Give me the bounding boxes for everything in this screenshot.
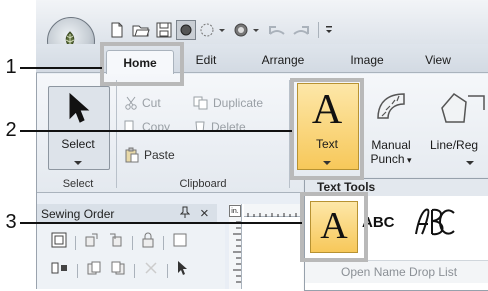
delete-button[interactable]: Delete	[193, 120, 246, 130]
order-color-icon[interactable]	[51, 261, 69, 280]
tab-edit[interactable]: Edit	[186, 50, 226, 70]
new-file-icon[interactable]	[108, 21, 126, 39]
toolbar-separator	[77, 263, 78, 278]
sewing-order-toolbar-row2	[51, 260, 188, 281]
copy-icon	[124, 120, 134, 130]
vertical-ruler-ticks	[233, 221, 241, 283]
tab-view[interactable]: View	[418, 50, 458, 70]
delete-label: Delete	[211, 120, 246, 130]
horizontal-ruler	[244, 204, 300, 217]
monogram-script-button[interactable]	[410, 204, 458, 240]
pin-icon[interactable]	[179, 205, 192, 223]
callout-highlight-1	[100, 42, 184, 86]
paste-button[interactable]: Paste	[124, 146, 175, 164]
select-arrow-icon	[66, 92, 90, 131]
cut-label: Cut	[142, 96, 161, 110]
forward-icon[interactable]	[86, 260, 102, 281]
tab-arrange[interactable]: Arrange	[251, 50, 315, 70]
customize-toolbar-icon[interactable]	[322, 21, 336, 39]
line-region-button[interactable]: Line/Reg	[430, 138, 488, 152]
realistic-preview-icon[interactable]	[232, 21, 262, 39]
lock-icon[interactable]	[141, 232, 155, 253]
copy-button[interactable]: Copy	[124, 120, 170, 130]
select-button-label: Select	[61, 137, 95, 151]
ruler-unit: in.	[229, 205, 241, 217]
clipboard-group-label: Clipboard	[179, 178, 227, 190]
duplicate-label: Duplicate	[213, 96, 264, 110]
stitch-simulator-icon[interactable]	[198, 21, 228, 39]
duplicate-button[interactable]: Duplicate	[193, 94, 263, 112]
manual-punch-button[interactable]: Punch ▾	[362, 152, 420, 167]
callout-highlight-2	[290, 78, 364, 180]
cut-button[interactable]: Cut	[124, 94, 161, 112]
scissors-icon	[125, 96, 137, 110]
backward-icon[interactable]	[110, 260, 126, 281]
line-region-label: Line/Reg	[430, 138, 479, 152]
callout-highlight-3	[300, 192, 368, 262]
clipboard-icon	[125, 147, 139, 163]
redo-icon[interactable]	[290, 21, 312, 39]
manual-punch-icon	[372, 88, 412, 133]
toolbar-separator	[134, 263, 135, 278]
tab-image[interactable]: Image	[343, 50, 391, 70]
toolbar-separator	[132, 235, 133, 250]
move-first-icon[interactable]	[84, 232, 100, 253]
sewing-order-title: Sewing Order	[41, 207, 115, 221]
line-region-dropdown-icon	[466, 153, 474, 171]
callout-number-3: 3	[5, 211, 17, 233]
monogram-script-icon	[415, 208, 455, 236]
title-bar	[36, 0, 488, 44]
select-group-label: Select	[62, 178, 94, 190]
group-separator	[116, 80, 117, 188]
close-icon[interactable]: ×	[200, 204, 214, 224]
move-last-icon[interactable]	[108, 232, 124, 253]
paste-label: Paste	[144, 148, 175, 162]
callout-leader-1	[20, 67, 102, 69]
open-name-drop-list-button[interactable]: Open Name Drop List	[305, 260, 488, 283]
fit-view-icon[interactable]	[51, 232, 67, 253]
open-folder-icon[interactable]	[131, 21, 151, 39]
record-icon[interactable]	[176, 20, 196, 40]
callout-number-1: 1	[5, 56, 17, 78]
pointer-icon[interactable]	[176, 260, 188, 281]
monogram-abc-button[interactable]: ABC	[362, 214, 406, 231]
toolbar-separator	[167, 263, 168, 278]
toolbar-separator	[163, 235, 164, 250]
manual-punch-label-line1: Manual	[371, 138, 411, 152]
select-dropdown-icon	[74, 153, 82, 171]
duplicate-icon	[193, 96, 208, 110]
manual-punch-label-line2: Punch	[370, 152, 405, 166]
undo-icon[interactable]	[266, 21, 288, 39]
toolbar-separator	[75, 235, 76, 250]
toolbar-separator	[318, 22, 319, 38]
callout-number-2: 2	[5, 119, 17, 141]
split-icon[interactable]	[143, 260, 159, 281]
sewing-order-toolbar-row1	[51, 232, 188, 253]
copy-label: Copy	[142, 120, 171, 130]
delete-icon	[195, 121, 205, 130]
callout-leader-3	[20, 222, 302, 224]
line-region-icon	[438, 88, 486, 135]
save-icon[interactable]	[155, 21, 173, 39]
frame-icon[interactable]	[172, 232, 188, 253]
callout-leader-2	[20, 130, 292, 132]
